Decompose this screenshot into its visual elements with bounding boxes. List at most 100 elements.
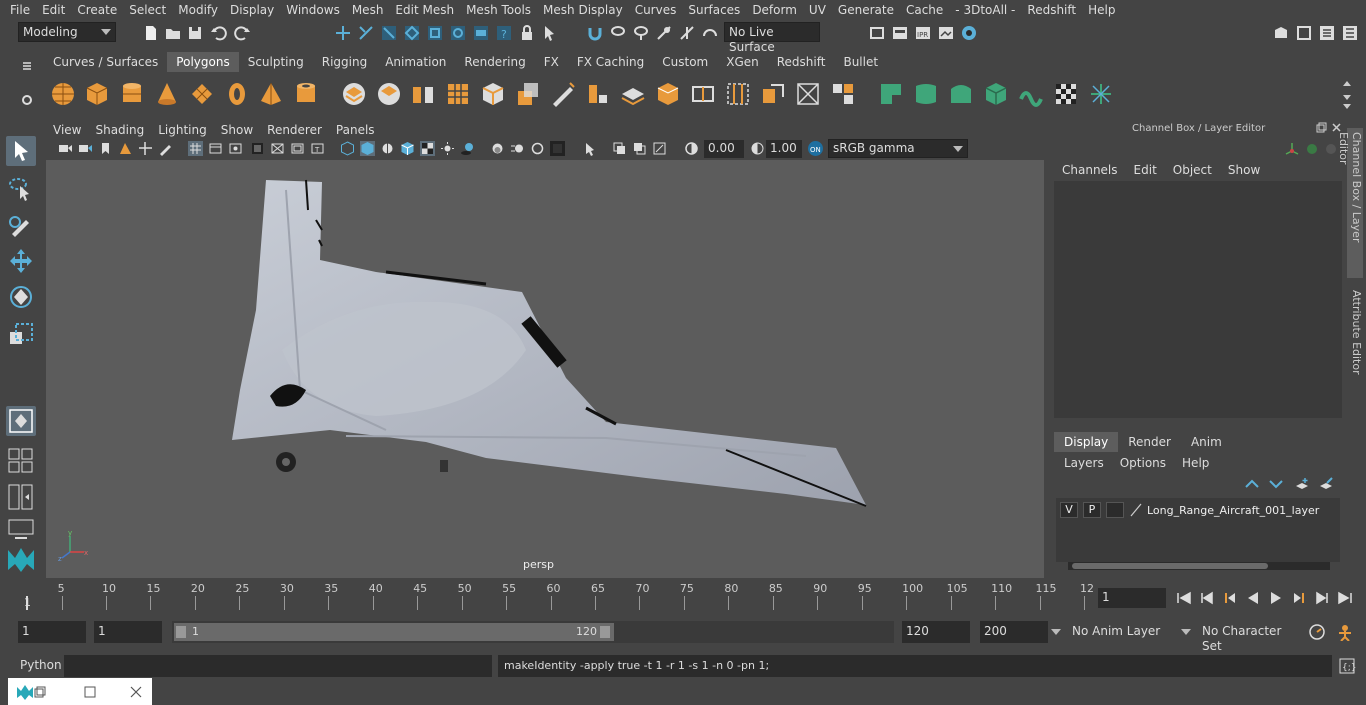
menu-generate[interactable]: Generate bbox=[832, 3, 900, 17]
channel-box-menu-object[interactable]: Object bbox=[1165, 160, 1220, 180]
viewport-menu-renderer[interactable]: Renderer bbox=[260, 123, 329, 137]
xray-joints-icon[interactable] bbox=[632, 141, 647, 156]
separate-icon[interactable] bbox=[376, 81, 402, 107]
bookmark-icon[interactable] bbox=[98, 141, 113, 156]
color-management-icon[interactable]: ON bbox=[808, 141, 823, 156]
single-perspective-layout-icon[interactable] bbox=[6, 406, 36, 436]
menu-deform[interactable]: Deform bbox=[746, 3, 803, 17]
color-space-dropdown[interactable]: sRGB gamma bbox=[828, 139, 968, 158]
undo-icon[interactable] bbox=[210, 24, 228, 42]
playback-end-field[interactable]: 120 bbox=[902, 621, 970, 643]
shelf-tab-bullet[interactable]: Bullet bbox=[834, 52, 888, 72]
layer-display-type-toggle[interactable] bbox=[1106, 502, 1124, 518]
maximize-icon[interactable] bbox=[84, 686, 96, 698]
channel-box-menu-channels[interactable]: Channels bbox=[1054, 160, 1126, 180]
shelf-tab-sculpting[interactable]: Sculpting bbox=[238, 52, 313, 72]
uv-cylindrical-icon[interactable] bbox=[913, 81, 939, 107]
shelf-tab-rendering[interactable]: Rendering bbox=[455, 52, 535, 72]
uv-editor-icon[interactable] bbox=[1088, 81, 1114, 107]
use-default-material-icon[interactable] bbox=[420, 141, 435, 156]
open-scene-icon[interactable] bbox=[164, 24, 182, 42]
image-plane-icon[interactable] bbox=[118, 141, 133, 156]
step-back-key-icon[interactable] bbox=[1222, 590, 1238, 606]
maya-logo-icon[interactable] bbox=[6, 544, 36, 574]
render-settings-icon[interactable] bbox=[868, 24, 886, 42]
shelf-settings-icon[interactable] bbox=[20, 90, 34, 110]
uv-unfold-icon[interactable] bbox=[1018, 81, 1044, 107]
smooth-shade-icon[interactable] bbox=[360, 141, 375, 156]
menu-mesh-tools[interactable]: Mesh Tools bbox=[460, 3, 537, 17]
workspace-icon[interactable] bbox=[1272, 24, 1290, 42]
shelf-menu-icon[interactable] bbox=[20, 56, 34, 76]
exposure-field[interactable]: 0.00 bbox=[704, 140, 744, 158]
new-scene-icon[interactable] bbox=[142, 24, 160, 42]
animation-start-field[interactable]: 1 bbox=[18, 621, 86, 643]
shadows-icon[interactable] bbox=[460, 141, 475, 156]
close-window-icon[interactable] bbox=[130, 686, 142, 698]
symmetry-icon[interactable] bbox=[678, 24, 696, 42]
gate-mask-icon[interactable] bbox=[250, 141, 265, 156]
go-to-start-icon[interactable] bbox=[1176, 590, 1192, 606]
all-lights-icon[interactable] bbox=[440, 141, 455, 156]
render-frame-icon[interactable] bbox=[891, 24, 909, 42]
menu-3dtoall[interactable]: - 3DtoAll - bbox=[949, 3, 1021, 17]
snap-curve-icon[interactable] bbox=[426, 24, 444, 42]
xray-icon[interactable] bbox=[612, 141, 627, 156]
live-surface-field[interactable]: No Live Surface bbox=[724, 22, 820, 54]
shelf-tab-fx-caching[interactable]: FX Caching bbox=[567, 52, 654, 72]
camera-icon[interactable] bbox=[58, 141, 73, 156]
safe-action-icon[interactable] bbox=[290, 141, 305, 156]
menu-file[interactable]: File bbox=[4, 3, 36, 17]
motion-blur-icon[interactable] bbox=[510, 141, 525, 156]
layer-playback-toggle[interactable]: P bbox=[1083, 502, 1101, 518]
menu-uv[interactable]: UV bbox=[803, 3, 832, 17]
poly-plane-icon[interactable] bbox=[189, 81, 215, 107]
scale-tool-icon[interactable] bbox=[6, 320, 36, 350]
command-input[interactable] bbox=[64, 655, 492, 677]
shelf-scroll-icon[interactable] bbox=[1341, 78, 1353, 110]
poly-cone-icon[interactable] bbox=[154, 81, 180, 107]
checker-map-icon[interactable] bbox=[1053, 81, 1079, 107]
field-chart-icon[interactable] bbox=[270, 141, 285, 156]
menu-mesh-display[interactable]: Mesh Display bbox=[537, 3, 629, 17]
viewport-menu-lighting[interactable]: Lighting bbox=[151, 123, 214, 137]
snap-grid-icon[interactable] bbox=[403, 24, 421, 42]
new-layer-selected-icon[interactable] bbox=[1318, 477, 1334, 491]
shelf-tab-redshift[interactable]: Redshift bbox=[767, 52, 835, 72]
magnet-icon[interactable] bbox=[586, 24, 604, 42]
bridge-icon[interactable] bbox=[655, 81, 681, 107]
new-layer-icon[interactable] bbox=[1294, 477, 1310, 491]
paint-select-icon[interactable] bbox=[632, 24, 650, 42]
screen-space-ao-icon[interactable] bbox=[490, 141, 505, 156]
depth-of-field-icon[interactable] bbox=[550, 141, 565, 156]
side-tab-channel-box[interactable]: Channel Box / Layer Editor bbox=[1337, 128, 1363, 278]
multi-cut-icon[interactable] bbox=[550, 81, 576, 107]
select-tool-icon[interactable] bbox=[541, 24, 559, 42]
poly-torus-icon[interactable] bbox=[224, 81, 250, 107]
select-tool-icon[interactable] bbox=[6, 136, 36, 166]
paint-select-tool-icon[interactable] bbox=[6, 210, 36, 240]
extrude-icon[interactable] bbox=[515, 81, 541, 107]
menu-surfaces[interactable]: Surfaces bbox=[682, 3, 746, 17]
layer-visibility-toggle[interactable]: V bbox=[1060, 502, 1078, 518]
shelf-tab-fx[interactable]: FX bbox=[534, 52, 568, 72]
textured-icon[interactable] bbox=[400, 141, 415, 156]
toggle-attribute-editor-icon[interactable] bbox=[1318, 24, 1336, 42]
move-tool-icon[interactable] bbox=[6, 246, 36, 276]
menu-cache[interactable]: Cache bbox=[900, 3, 949, 17]
layer-color-swatch-icon[interactable] bbox=[1129, 503, 1143, 517]
film-gate-icon[interactable] bbox=[208, 141, 223, 156]
step-forward-key-icon[interactable] bbox=[1291, 590, 1307, 606]
menu-redshift[interactable]: Redshift bbox=[1021, 3, 1082, 17]
insert-edge-loop-icon[interactable] bbox=[690, 81, 716, 107]
resolution-gate-icon[interactable] bbox=[228, 141, 243, 156]
grease-pencil-icon[interactable] bbox=[158, 141, 173, 156]
menu-select[interactable]: Select bbox=[123, 3, 172, 17]
viewport-menu-show[interactable]: Show bbox=[214, 123, 260, 137]
grid-icon[interactable] bbox=[188, 141, 203, 156]
lasso-icon[interactable] bbox=[609, 24, 627, 42]
exposure-icon[interactable] bbox=[684, 141, 699, 156]
hypershade-icon[interactable] bbox=[960, 24, 978, 42]
restore-icon[interactable] bbox=[34, 686, 46, 698]
redo-icon[interactable] bbox=[233, 24, 251, 42]
